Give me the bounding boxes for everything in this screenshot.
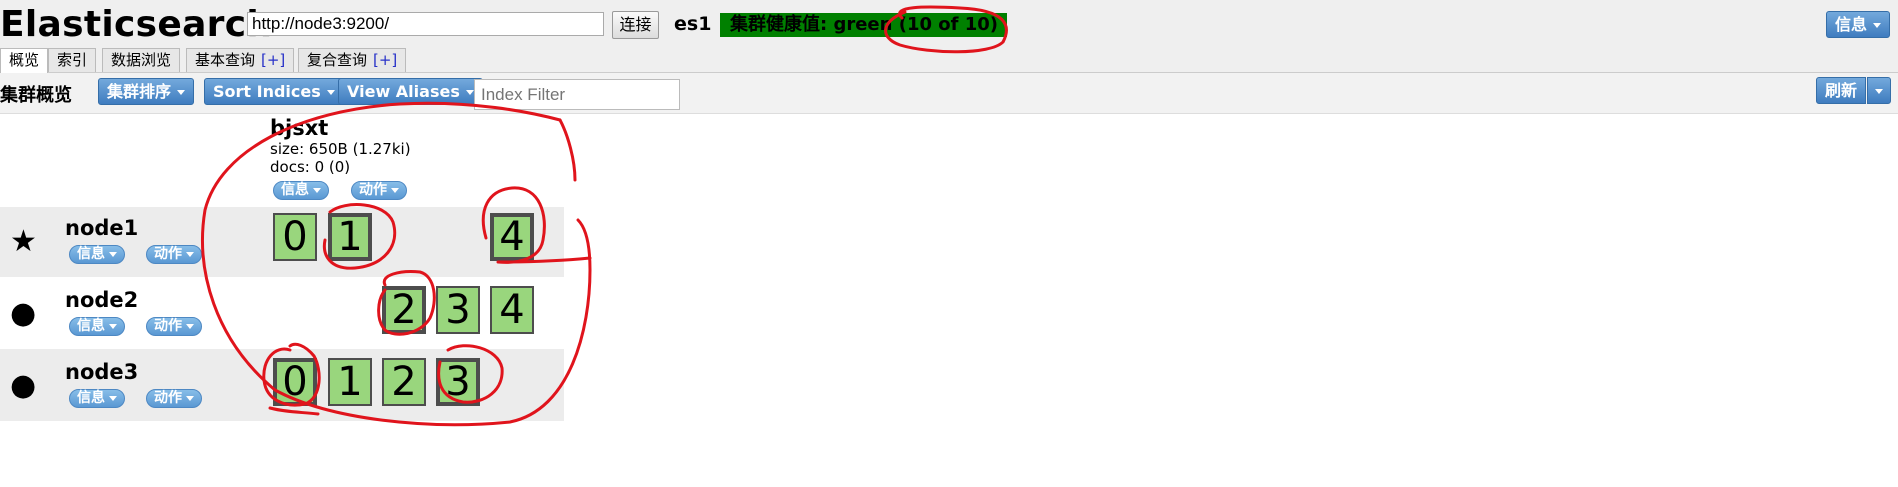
tab-label: 数据浏览 bbox=[111, 51, 172, 69]
shard-primary[interactable]: 0 bbox=[273, 358, 317, 406]
circle-icon: ● bbox=[10, 296, 37, 331]
index-info-label: 信息 bbox=[281, 182, 309, 198]
node-action-button[interactable]: 动作 bbox=[146, 245, 202, 264]
node-action-button[interactable]: 动作 bbox=[146, 389, 202, 408]
tab-label: 概览 bbox=[9, 51, 40, 69]
index-filter-input[interactable] bbox=[474, 79, 680, 110]
node-info-button[interactable]: 信息 bbox=[69, 245, 125, 264]
url-input[interactable] bbox=[247, 12, 604, 36]
chevron-down-icon bbox=[1873, 23, 1882, 28]
shard-replica[interactable]: 0 bbox=[273, 213, 317, 261]
tab-label: 复合查询 bbox=[307, 51, 368, 69]
cluster-name: es1 bbox=[674, 13, 712, 35]
star-icon: ★ bbox=[10, 224, 37, 259]
shard-primary[interactable]: 4 bbox=[490, 213, 534, 261]
shard-replica[interactable]: 3 bbox=[436, 286, 480, 334]
refresh-label: 刷新 bbox=[1825, 81, 1858, 100]
tab-label: 索引 bbox=[57, 51, 88, 69]
tab-indices[interactable]: 索引 bbox=[48, 48, 97, 72]
index-docs: docs: 0 (0) bbox=[270, 158, 351, 176]
tab-compound-query[interactable]: 复合查询 [+] bbox=[298, 48, 407, 72]
chevron-down-icon bbox=[186, 251, 194, 257]
node-info-label: 信息 bbox=[77, 246, 105, 262]
chevron-down-icon bbox=[109, 323, 117, 329]
cluster-health-badge: 集群健康值: green (10 of 10) bbox=[720, 13, 1007, 37]
shard-primary[interactable]: 2 bbox=[382, 286, 426, 334]
index-info-button[interactable]: 信息 bbox=[273, 181, 329, 200]
chevron-down-icon bbox=[177, 90, 186, 95]
sort-indices-button[interactable]: Sort Indices bbox=[204, 78, 344, 105]
tab-plus: [+] bbox=[261, 51, 286, 69]
circle-icon: ● bbox=[10, 368, 37, 403]
tab-browser[interactable]: 数据浏览 bbox=[102, 48, 181, 72]
shard-primary[interactable]: 1 bbox=[328, 213, 372, 261]
overview-title: 集群概览 bbox=[0, 85, 72, 106]
shard-replica[interactable]: 4 bbox=[490, 286, 534, 334]
cluster-sort-label: 集群排序 bbox=[107, 82, 172, 101]
tab-overview[interactable]: 概览 bbox=[0, 48, 49, 73]
node-info-button[interactable]: 信息 bbox=[69, 317, 125, 336]
chevron-down-icon bbox=[186, 323, 194, 329]
chevron-down-icon bbox=[186, 395, 194, 401]
index-action-label: 动作 bbox=[359, 182, 387, 198]
info-menu-button[interactable]: 信息 bbox=[1826, 11, 1891, 38]
node-name: node3 bbox=[65, 360, 139, 384]
refresh-button[interactable]: 刷新 bbox=[1816, 77, 1867, 104]
view-aliases-button[interactable]: View Aliases bbox=[338, 78, 483, 105]
info-menu-label: 信息 bbox=[1835, 15, 1868, 34]
chevron-down-icon bbox=[109, 251, 117, 257]
view-aliases-label: View Aliases bbox=[347, 82, 460, 101]
index-name: bjsxt bbox=[270, 116, 329, 140]
node-info-button[interactable]: 信息 bbox=[69, 389, 125, 408]
tab-plus: [+] bbox=[373, 51, 398, 69]
tab-basic-query[interactable]: 基本查询 [+] bbox=[186, 48, 295, 72]
shard-replica[interactable]: 1 bbox=[328, 358, 372, 406]
node-action-label: 动作 bbox=[154, 318, 182, 334]
index-size: size: 650B (1.27ki) bbox=[270, 140, 411, 158]
chevron-down-icon bbox=[109, 395, 117, 401]
chevron-down-icon bbox=[465, 90, 474, 95]
chevron-down-icon bbox=[1875, 89, 1883, 94]
shard-replica[interactable]: 2 bbox=[382, 358, 426, 406]
node-action-button[interactable]: 动作 bbox=[146, 317, 202, 336]
tab-label: 基本查询 bbox=[195, 51, 256, 69]
refresh-options-button[interactable] bbox=[1867, 77, 1891, 104]
annotation-index-loop-tail bbox=[558, 118, 577, 182]
node-action-label: 动作 bbox=[154, 246, 182, 262]
node-name: node2 bbox=[65, 288, 139, 312]
index-action-button[interactable]: 动作 bbox=[351, 181, 407, 200]
node-action-label: 动作 bbox=[154, 390, 182, 406]
connect-button[interactable]: 连接 bbox=[612, 11, 659, 39]
chevron-down-icon bbox=[326, 90, 335, 95]
chevron-down-icon bbox=[391, 187, 399, 193]
node-info-label: 信息 bbox=[77, 318, 105, 334]
cluster-sort-button[interactable]: 集群排序 bbox=[98, 78, 195, 105]
shard-primary[interactable]: 3 bbox=[436, 358, 480, 406]
sort-indices-label: Sort Indices bbox=[213, 82, 321, 101]
chevron-down-icon bbox=[313, 187, 321, 193]
node-name: node1 bbox=[65, 216, 139, 240]
node-info-label: 信息 bbox=[77, 390, 105, 406]
app-title: Elasticsearch bbox=[0, 4, 273, 45]
